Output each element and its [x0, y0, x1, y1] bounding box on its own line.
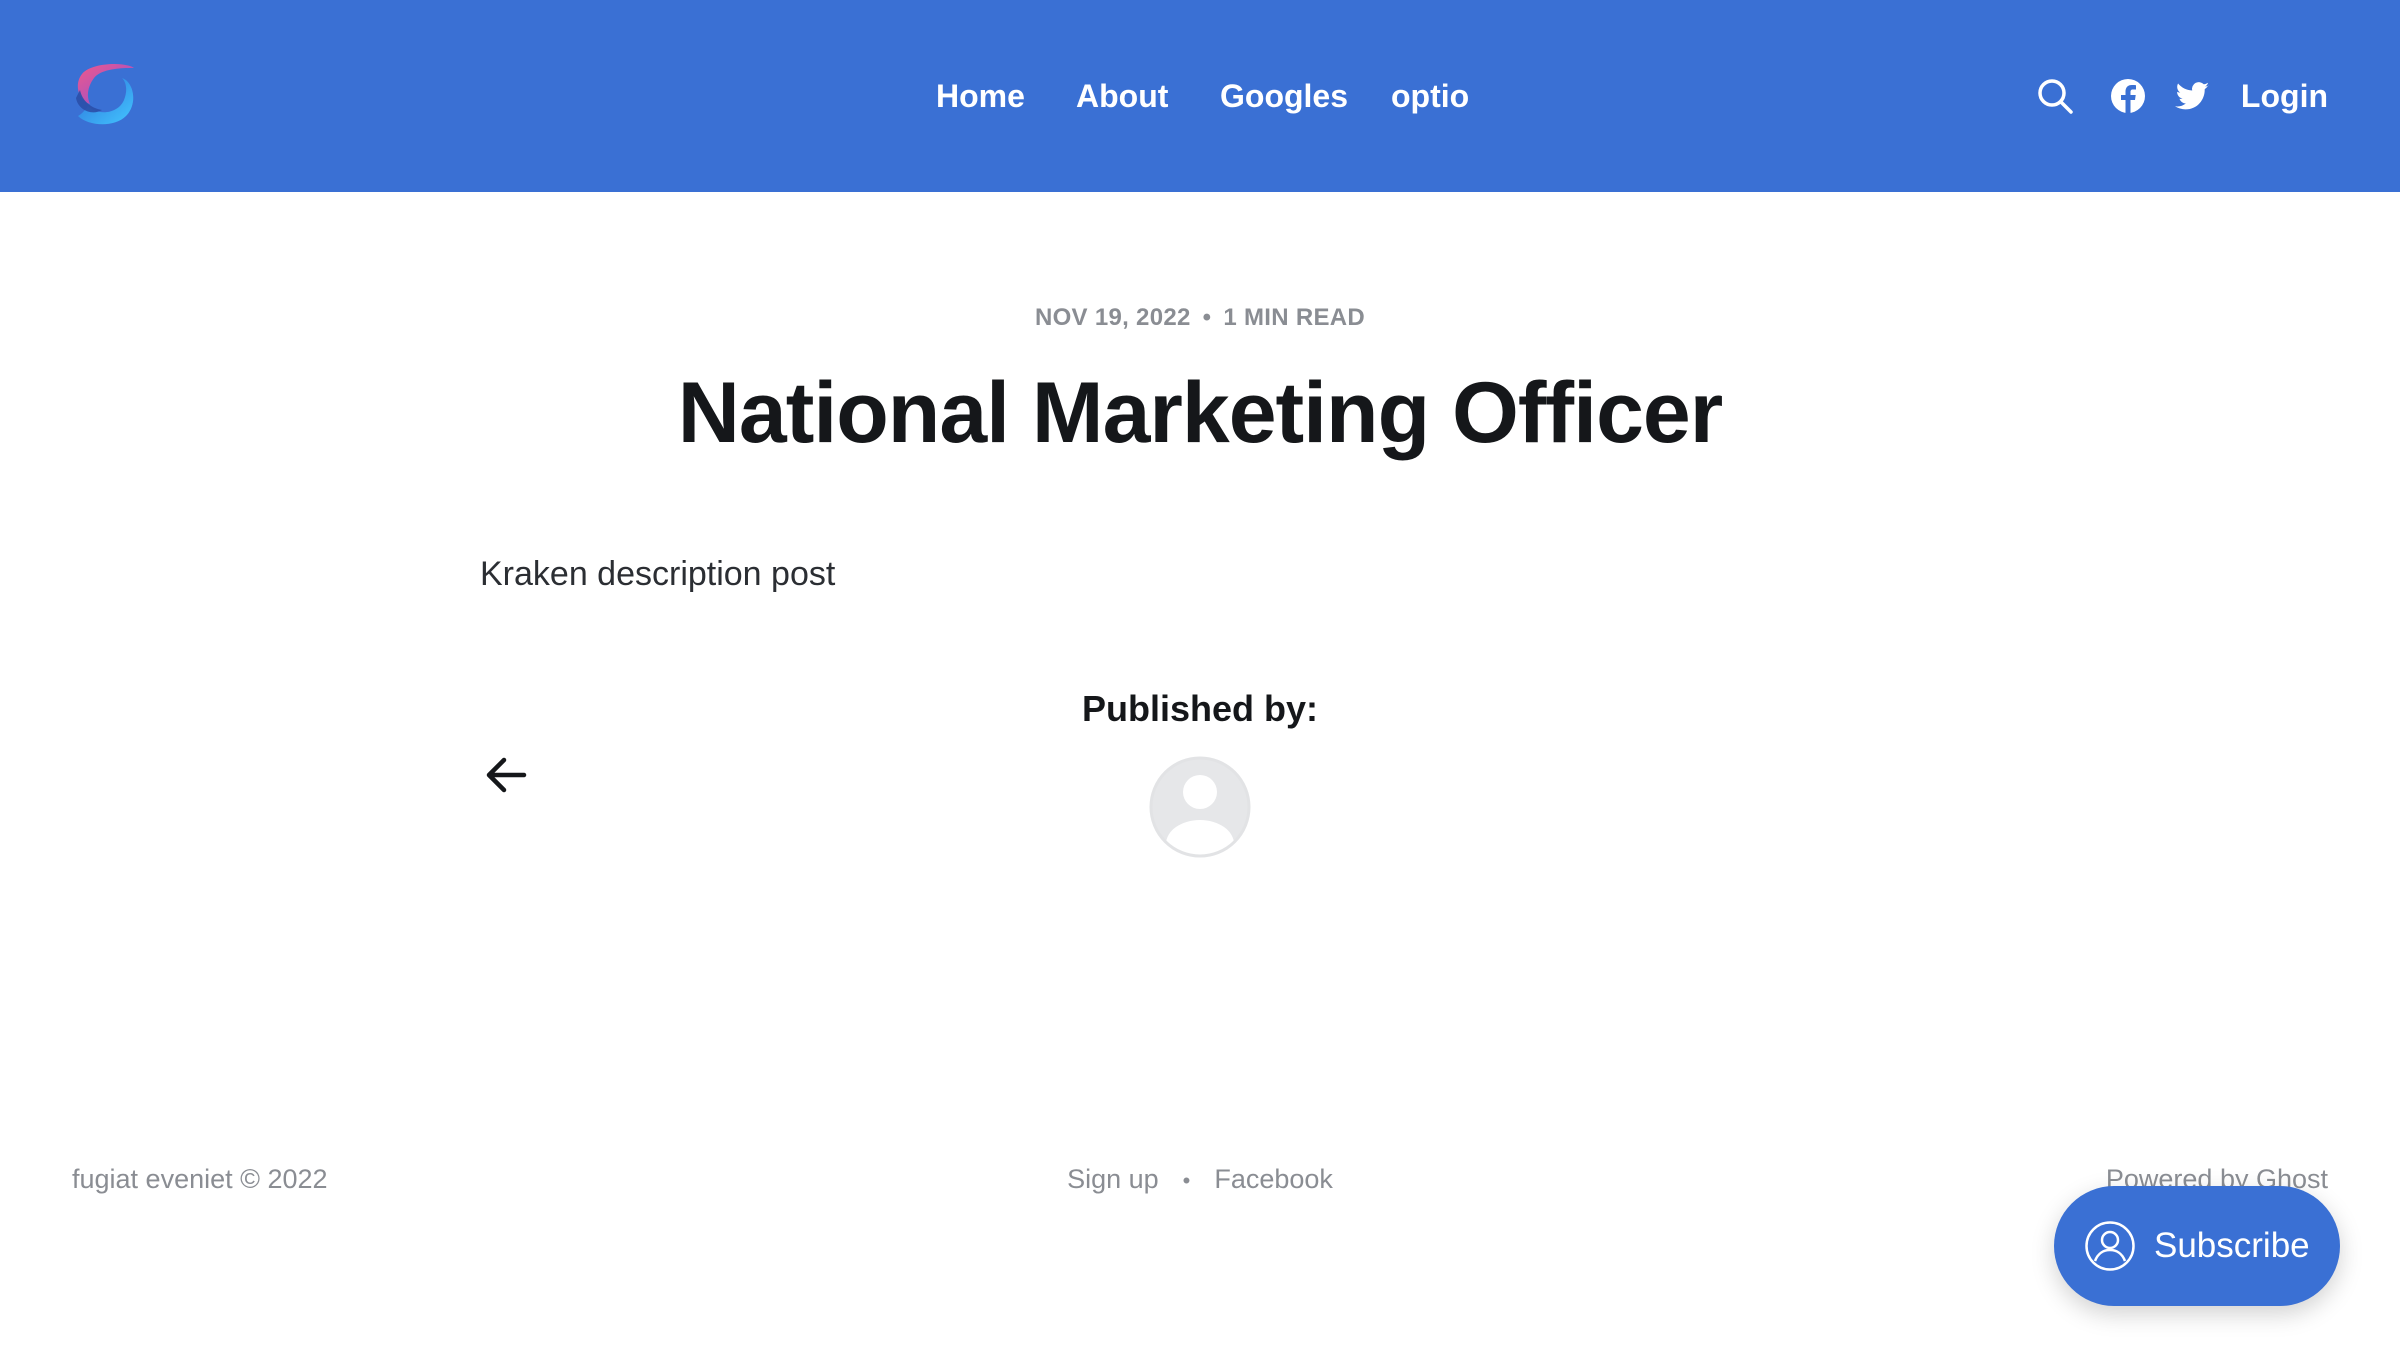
subscribe-label: Subscribe [2154, 1226, 2310, 1265]
article-meta: NOV 19, 2022 • 1 MIN READ [0, 304, 2400, 332]
footer-links: Sign up • Facebook [0, 1164, 2400, 1195]
twitter-icon[interactable] [2172, 76, 2212, 116]
article-date: NOV 19, 2022 [1034, 304, 1191, 331]
published-by-label: Published by: [1081, 688, 1319, 729]
login-link[interactable]: Login [2241, 74, 2328, 118]
author-avatar[interactable] [1149, 756, 1251, 858]
user-circle-icon [2085, 1221, 2135, 1271]
nav-home[interactable]: Home [936, 74, 1025, 118]
footer-link-facebook[interactable]: Facebook [1214, 1164, 1333, 1194]
meta-separator: • [1202, 304, 1212, 331]
article-body: Kraken description post [480, 555, 836, 593]
nav-googles[interactable]: Googles [1220, 74, 1348, 118]
back-arrow-icon[interactable] [480, 752, 532, 798]
nav-about[interactable]: About [1076, 74, 1168, 118]
site-header: Home About Googles optio Login [0, 0, 2400, 192]
footer-link-separator: • [1182, 1167, 1191, 1193]
footer-link-signup[interactable]: Sign up [1067, 1164, 1159, 1194]
subscribe-button[interactable]: Subscribe [2054, 1186, 2340, 1306]
facebook-icon[interactable] [2108, 76, 2148, 116]
article-read-time: 1 MIN READ [1223, 304, 1366, 331]
nav-optio[interactable]: optio [1391, 74, 1469, 118]
search-icon[interactable] [2035, 76, 2075, 116]
article-title: National Marketing Officer [677, 365, 1723, 461]
site-logo[interactable] [68, 60, 140, 132]
